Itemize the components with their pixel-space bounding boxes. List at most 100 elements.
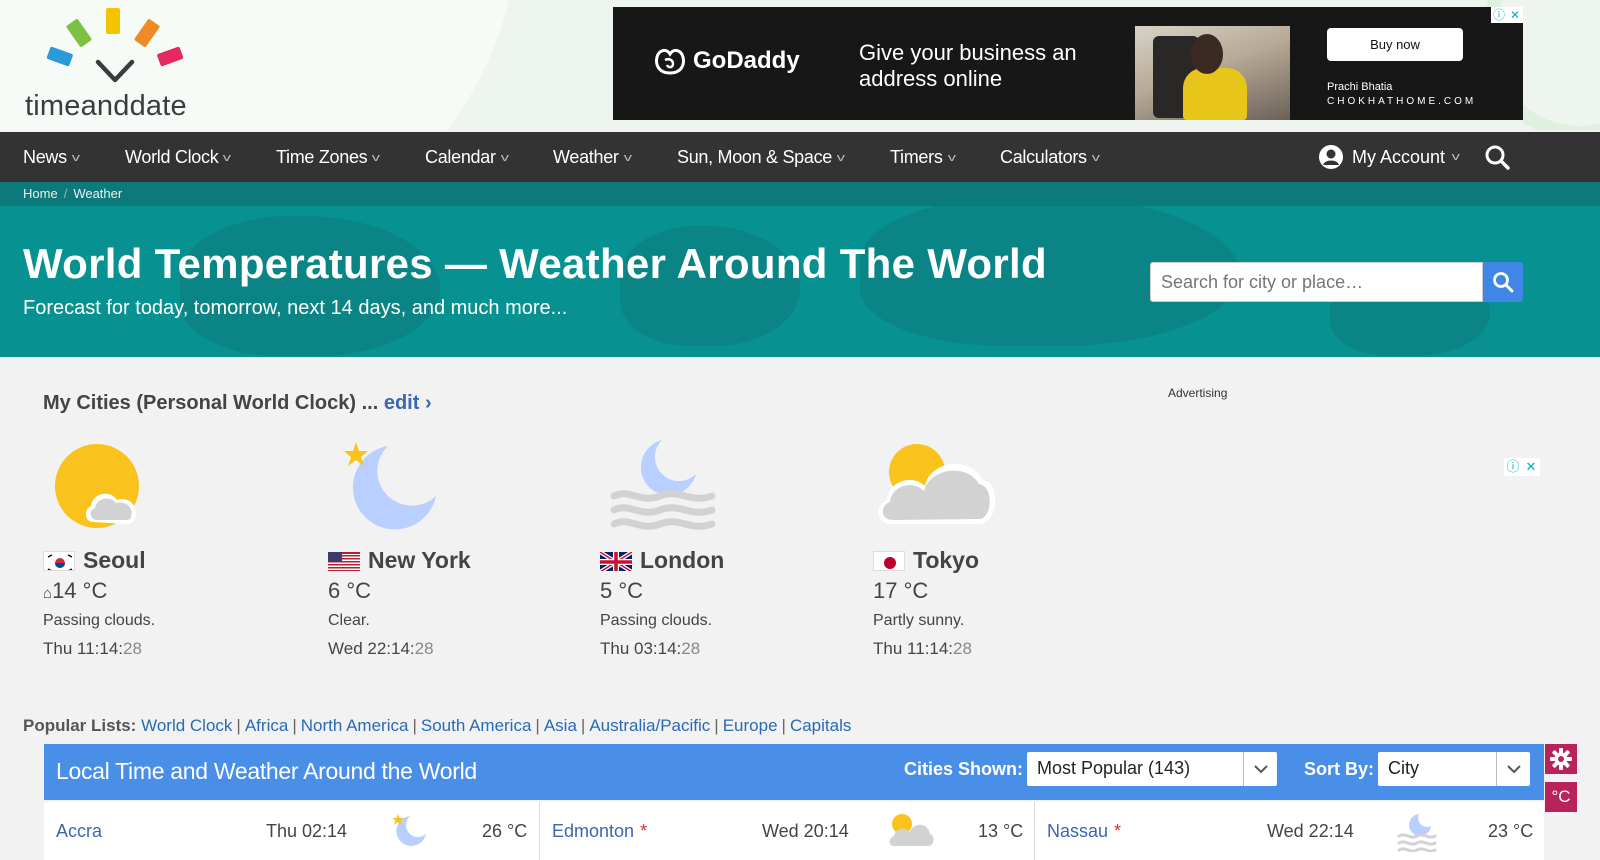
city-search-button[interactable] [1483, 262, 1523, 302]
settings-gear-button[interactable] [1545, 744, 1577, 774]
city-link-nassau[interactable]: Nassau * [1047, 821, 1121, 842]
sort-by-select[interactable]: City [1378, 752, 1530, 786]
nav-item-timers[interactable]: Timers v [890, 132, 956, 182]
ad-brand: GoDaddy [653, 46, 800, 76]
nav-item-time-zones[interactable]: Time Zones v [276, 132, 380, 182]
popular-lists-label: Popular Lists: [23, 716, 137, 735]
city-time: Thu 11:14:28 [43, 639, 142, 658]
japan-flag-icon [873, 550, 905, 571]
popular-link-north-america[interactable]: North America [301, 716, 409, 735]
edit-my-cities-link[interactable]: edit › [384, 392, 432, 414]
my-cities-heading: My Cities (Personal World Clock) ... edi… [43, 392, 432, 415]
table-title: Local Time and Weather Around the World [56, 758, 477, 784]
ad-info-icon[interactable]: ⓘ [1491, 7, 1507, 23]
city-condition: Passing clouds. [600, 612, 713, 629]
gear-icon [1550, 748, 1572, 770]
chevron-down-icon: v [71, 152, 80, 164]
city-name: New York [328, 547, 471, 574]
nav-item-calendar[interactable]: Calendar v [425, 132, 509, 182]
my-city-tokyo[interactable]: Tokyo 17 °C Partly sunny. Thu 11:14:28 [873, 440, 1133, 658]
cloud-sun-icon [886, 812, 936, 855]
city-link-edmonton[interactable]: Edmonton * [552, 821, 647, 842]
my-account-label: My Account [1352, 147, 1446, 167]
my-city-seoul[interactable]: Seoul ⌂14 °C Passing clouds. Thu 11:14:2… [43, 440, 303, 658]
ad-close-icon[interactable]: ✕ [1507, 7, 1523, 23]
row-time: Thu 02:14 [266, 821, 348, 841]
nav-search-icon[interactable] [1484, 144, 1510, 175]
my-account-menu[interactable]: My Account v [1318, 132, 1460, 182]
breadcrumb-weather[interactable]: Weather [73, 186, 122, 201]
chevron-down-icon: v [947, 152, 956, 164]
nav-item-sun-moon-space[interactable]: Sun, Moon & Space v [677, 132, 845, 182]
table-row: Accra Thu 02:14 26 °C [44, 802, 539, 860]
cloud-sun-icon [873, 440, 1133, 540]
cities-shown-label: Cities Shown: [904, 759, 1024, 779]
page-title: World Temperatures — Weather Around The … [23, 240, 1047, 287]
popular-link-africa[interactable]: Africa [245, 716, 288, 735]
popular-lists: Popular Lists: World Clock | Africa | North … [23, 716, 852, 735]
popular-link-australia-pacific[interactable]: Australia/Pacific [589, 716, 710, 735]
search-icon [1493, 272, 1514, 293]
row-temperature: 23 °C [1488, 821, 1534, 841]
ad-photo [1135, 26, 1290, 120]
row-time: Wed 22:14 [1267, 821, 1354, 841]
ad-info-icon[interactable]: ⓘ [1504, 458, 1522, 476]
uk-flag-icon [600, 550, 632, 571]
my-city-london[interactable]: London 5 °C Passing clouds. Thu 03:14:28 [600, 440, 860, 658]
unit-toggle-button[interactable]: °C [1545, 782, 1577, 812]
chevron-down-icon: v [372, 152, 380, 164]
ad-banner[interactable]: GoDaddy Give your business an address on… [613, 7, 1523, 120]
city-temperature: ⌂14 °C [43, 578, 108, 603]
main-nav: News v World Clock v Time Zones v Calendar v… [0, 132, 1600, 182]
ad-controls-side: ⓘ ✕ [1504, 458, 1540, 476]
chevron-down-icon: v [1091, 152, 1100, 164]
usa-flag-icon [328, 551, 360, 571]
ad-close-icon[interactable]: ✕ [1522, 458, 1540, 476]
city-time: Thu 03:14:28 [600, 639, 701, 658]
city-time: Thu 11:14:28 [873, 639, 972, 658]
popular-link-world-clock[interactable]: World Clock [141, 716, 232, 735]
nav-item-world-clock[interactable]: World Clock v [125, 132, 231, 182]
popular-link-asia[interactable]: Asia [544, 716, 577, 735]
moon-fog-icon [600, 440, 860, 540]
sun-cloud-icon [43, 440, 303, 540]
popular-link-europe[interactable]: Europe [723, 716, 778, 735]
hero-banner: World Temperatures — Weather Around The … [0, 206, 1600, 357]
table-row: Nassau * Wed 22:14 23 °C [1034, 802, 1544, 860]
my-cities-title: My Cities (Personal World Clock) ... [43, 392, 379, 414]
world-weather-table: Accra Thu 02:14 26 °C Edmonton * Wed 20:1… [44, 802, 1544, 860]
nav-item-calculators[interactable]: Calculators v [1000, 132, 1100, 182]
city-temperature: 5 °C [600, 578, 644, 603]
godaddy-logo-icon [655, 48, 685, 75]
moon-star-icon [390, 812, 430, 855]
my-city-new-york[interactable]: New York 6 °C Clear. Wed 22:14:28 [328, 440, 588, 658]
city-name: Seoul [43, 547, 146, 574]
ad-person-name: Prachi Bhatia [1327, 81, 1393, 93]
popular-link-capitals[interactable]: Capitals [790, 716, 851, 735]
row-temperature: 26 °C [482, 821, 528, 841]
moon-fog-icon [1395, 812, 1439, 857]
city-temperature: 17 °C [873, 578, 929, 603]
cities-shown-select[interactable]: Most Popular (143) [1027, 752, 1277, 786]
advertising-label: Advertising [1168, 386, 1228, 400]
logo-wordmark: timeanddate [25, 90, 187, 122]
world-weather-table-header: Local Time and Weather Around the World … [44, 744, 1544, 800]
chevron-down-icon: v [623, 152, 632, 164]
ad-controls: ⓘ ✕ [1491, 7, 1523, 23]
popular-link-south-america[interactable]: South America [421, 716, 532, 735]
nav-item-news[interactable]: News v [23, 132, 80, 182]
nav-item-weather[interactable]: Weather v [553, 132, 632, 182]
chevron-down-icon [1243, 752, 1277, 786]
site-logo[interactable]: timeanddate [22, 6, 222, 124]
row-temperature: 13 °C [978, 821, 1024, 841]
city-condition: Clear. [328, 612, 370, 629]
ad-site: CHOKHATHOME.COM [1327, 96, 1477, 107]
city-link-accra[interactable]: Accra [56, 821, 102, 842]
moon-star-icon [328, 440, 588, 540]
city-name: Tokyo [873, 547, 979, 574]
ad-message: Give your business an address online [859, 40, 1077, 91]
city-search-input[interactable] [1150, 262, 1483, 302]
ad-buy-now-button[interactable]: Buy now [1327, 28, 1463, 61]
home-icon: ⌂ [43, 585, 53, 602]
breadcrumb-home[interactable]: Home [23, 186, 58, 201]
